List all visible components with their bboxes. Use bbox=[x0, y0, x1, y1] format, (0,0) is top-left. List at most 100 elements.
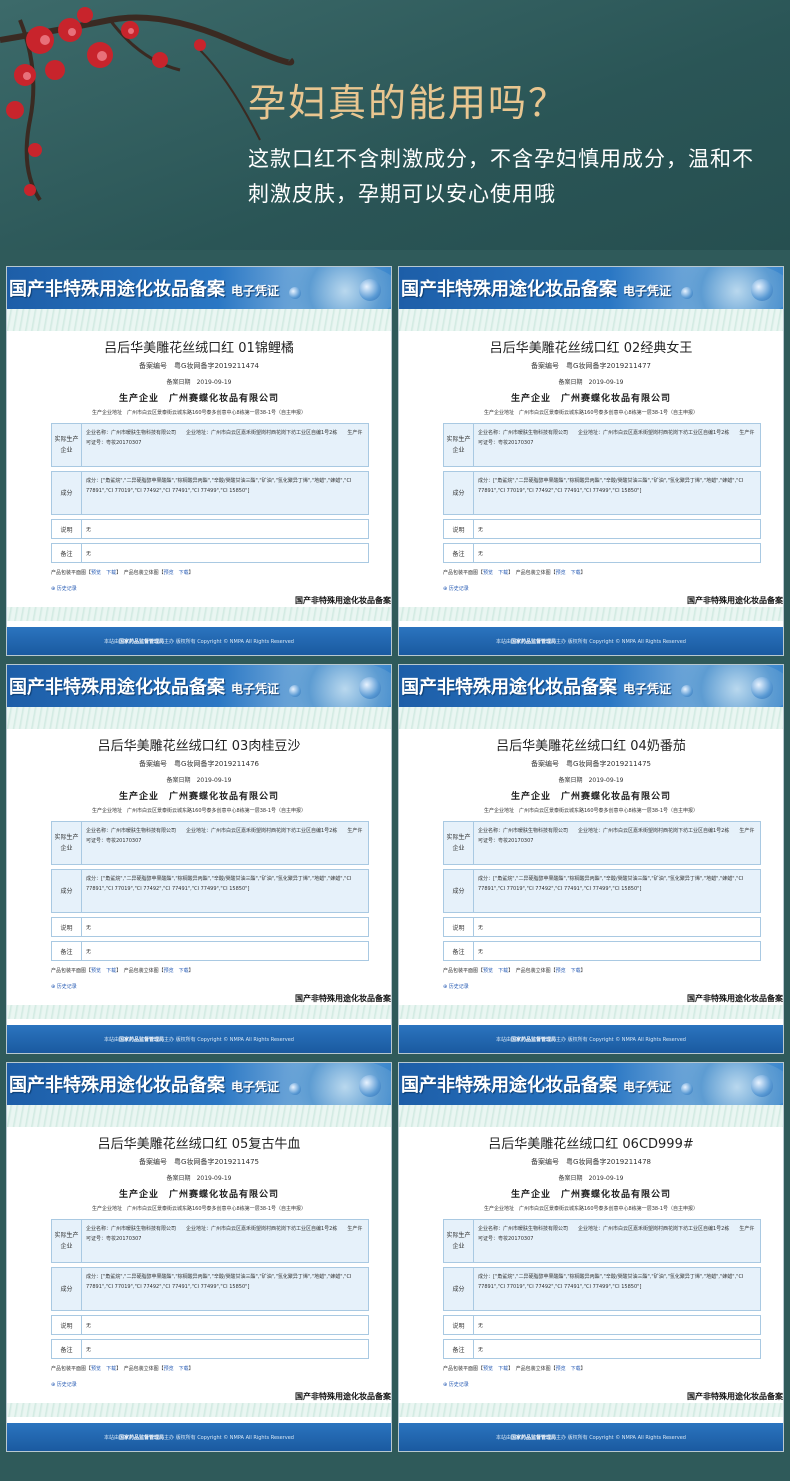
flat-view-link[interactable]: 预览 bbox=[483, 968, 493, 974]
globe-icon bbox=[681, 1083, 693, 1095]
stereo-download-link[interactable]: 下载 bbox=[179, 570, 189, 576]
history-link[interactable]: ⊕ 历史记录 bbox=[51, 1381, 77, 1388]
package-links: 产品包装平面图【预览 下载】 产品包装立体图【预览 下载】 bbox=[51, 968, 194, 974]
certificate-header-title: 国产非特殊用途化妆品备案 电子凭证 bbox=[9, 1075, 280, 1096]
note-row: 说明无 bbox=[443, 917, 761, 937]
remark-row: 备注无 bbox=[443, 543, 761, 563]
enterprise-name: 生产企业 广州赛蝶化妆品有限公司 bbox=[510, 792, 672, 802]
flat-download-link[interactable]: 下载 bbox=[498, 1366, 508, 1372]
certificate-header-title: 国产非特殊用途化妆品备案 电子凭证 bbox=[401, 677, 672, 698]
actual-producer-box: 实际生产企业 企业名称：广州市暖肤生物科技有限公司 企业地址：广州市白云区嘉禾街望… bbox=[443, 423, 761, 467]
remark-row: 备注无 bbox=[51, 1339, 369, 1359]
enterprise-name: 生产企业 广州赛蝶化妆品有限公司 bbox=[118, 792, 280, 802]
flat-view-link[interactable]: 预览 bbox=[483, 1366, 493, 1372]
history-link[interactable]: ⊕ 历史记录 bbox=[51, 585, 77, 592]
certificate-card: 国产非特殊用途化妆品备案 电子凭证 吕后华美雕花丝绒口红 06CD999# 备案编… bbox=[398, 1062, 784, 1452]
actual-producer-box: 实际生产企业 企业名称：广州市暖肤生物科技有限公司 企业地址：广州市白云区嘉禾街望… bbox=[443, 821, 761, 865]
enterprise-name: 生产企业 广州赛蝶化妆品有限公司 bbox=[118, 394, 280, 404]
stereo-download-link[interactable]: 下载 bbox=[179, 1366, 189, 1372]
enterprise-address: 生产企业地址 广州市白云区景泰街云城东路160号泰多创意中心8栋第一层38-1号… bbox=[483, 1206, 699, 1212]
stereo-view-link[interactable]: 预览 bbox=[556, 570, 566, 576]
history-link[interactable]: ⊕ 历史记录 bbox=[443, 585, 469, 592]
actual-producer-box: 实际生产企业 企业名称：广州市暖肤生物科技有限公司 企业地址：广州市白云区嘉禾街望… bbox=[51, 1219, 369, 1263]
enterprise-address: 生产企业地址 广州市白云区景泰街云城东路160号泰多创意中心8栋第一层38-1号… bbox=[91, 1206, 307, 1212]
flat-download-link[interactable]: 下载 bbox=[106, 968, 116, 974]
product-name: 吕后华美雕花丝绒口红 06CD999# bbox=[488, 1137, 694, 1152]
flat-download-link[interactable]: 下载 bbox=[106, 1366, 116, 1372]
note-row: 说明无 bbox=[51, 1315, 369, 1335]
certificate-card: 国产非特殊用途化妆品备案 电子凭证 吕后华美雕花丝绒口红 05复古牛血 备案编号 … bbox=[6, 1062, 392, 1452]
stereo-view-link[interactable]: 预览 bbox=[164, 968, 174, 974]
flat-view-link[interactable]: 预览 bbox=[91, 1366, 101, 1372]
package-links: 产品包装平面图【预览 下载】 产品包装立体图【预览 下载】 bbox=[443, 570, 586, 576]
product-name: 吕后华美雕花丝绒口红 05复古牛血 bbox=[97, 1137, 301, 1152]
certificate-card: 国产非特殊用途化妆品备案 电子凭证 吕后华美雕花丝绒口红 03肉桂豆沙 备案编号 … bbox=[6, 664, 392, 1054]
flat-download-link[interactable]: 下载 bbox=[106, 570, 116, 576]
certificate-footer: 本站由 国家药品监督管理局 主办 版权所有 Copyright © NMPA All… bbox=[7, 1423, 391, 1451]
registration-number: 备案编号 粤G妆网备字2019211475 bbox=[531, 760, 651, 768]
ingredients-box: 成分 成分：["角鲨烷","二异硬脂醇苹果酸酯","棕榈酸异丙酯","辛酸/癸酸甘… bbox=[51, 869, 369, 913]
certificate-header-title: 国产非特殊用途化妆品备案 电子凭证 bbox=[401, 1075, 672, 1096]
certificate-header: 国产非特殊用途化妆品备案 电子凭证 bbox=[399, 1063, 783, 1105]
flat-view-link[interactable]: 预览 bbox=[483, 570, 493, 576]
globe-icon bbox=[751, 279, 773, 301]
hero-description: 这款口红不含刺激成分，不含孕妇慎用成分，温和不刺激皮肤，孕期可以安心使用哦 bbox=[248, 147, 754, 206]
certificate-header: 国产非特殊用途化妆品备案 电子凭证 bbox=[7, 1063, 391, 1105]
product-name: 吕后华美雕花丝绒口红 04奶番茄 bbox=[496, 739, 686, 754]
certificate-header: 国产非特殊用途化妆品备案 电子凭证 bbox=[7, 665, 391, 707]
stereo-download-link[interactable]: 下载 bbox=[571, 570, 581, 576]
flat-view-link[interactable]: 预览 bbox=[91, 570, 101, 576]
certificate-stamp: 国产非特殊用途化妆品备案 bbox=[295, 1391, 391, 1401]
globe-icon bbox=[289, 685, 301, 697]
stereo-view-link[interactable]: 预览 bbox=[556, 1366, 566, 1372]
flat-download-link[interactable]: 下载 bbox=[498, 968, 508, 974]
flat-view-link[interactable]: 预览 bbox=[91, 968, 101, 974]
certificate-stamp: 国产非特殊用途化妆品备案 bbox=[687, 595, 783, 605]
product-name: 吕后华美雕花丝绒口红 02经典女王 bbox=[489, 341, 693, 356]
remark-row: 备注无 bbox=[443, 1339, 761, 1359]
note-row: 说明无 bbox=[443, 1315, 761, 1335]
enterprise-address: 生产企业地址 广州市白云区景泰街云城东路160号泰多创意中心8栋第一层38-1号… bbox=[91, 808, 307, 814]
certificate-footer: 本站由 国家药品监督管理局 主办 版权所有 Copyright © NMPA All… bbox=[7, 627, 391, 655]
ingredients-box: 成分 成分：["角鲨烷","二异硬脂醇苹果酸酯","棕榈酸异丙酯","辛酸/癸酸甘… bbox=[443, 471, 761, 515]
certificate-header: 国产非特殊用途化妆品备案 电子凭证 bbox=[399, 267, 783, 309]
stereo-download-link[interactable]: 下载 bbox=[179, 968, 189, 974]
enterprise-address: 生产企业地址 广州市白云区景泰街云城东路160号泰多创意中心8栋第一层38-1号… bbox=[483, 410, 699, 416]
hero-banner: 孕妇真的能用吗？ 这款口红不含刺激成分，不含孕妇慎用成分，温和不刺激皮肤，孕期可… bbox=[0, 0, 790, 250]
certificate-footer: 本站由 国家药品监督管理局 主办 版权所有 Copyright © NMPA All… bbox=[399, 627, 783, 655]
globe-icon bbox=[359, 279, 381, 301]
certificate-stamp: 国产非特殊用途化妆品备案 bbox=[295, 595, 391, 605]
stereo-view-link[interactable]: 预览 bbox=[556, 968, 566, 974]
history-link[interactable]: ⊕ 历史记录 bbox=[51, 983, 77, 990]
actual-producer-box: 实际生产企业 企业名称：广州市暖肤生物科技有限公司 企业地址：广州市白云区嘉禾街望… bbox=[443, 1219, 761, 1263]
certificate-header: 国产非特殊用途化妆品备案 电子凭证 bbox=[7, 267, 391, 309]
stereo-view-link[interactable]: 预览 bbox=[164, 1366, 174, 1372]
history-link[interactable]: ⊕ 历史记录 bbox=[443, 983, 469, 990]
ingredients-box: 成分 成分：["角鲨烷","二异硬脂醇苹果酸酯","棕榈酸异丙酯","辛酸/癸酸甘… bbox=[443, 1267, 761, 1311]
globe-icon bbox=[681, 685, 693, 697]
history-link[interactable]: ⊕ 历史记录 bbox=[443, 1381, 469, 1388]
flat-download-link[interactable]: 下载 bbox=[498, 570, 508, 576]
hero-title: 孕妇真的能用吗？ bbox=[248, 81, 569, 125]
stereo-view-link[interactable]: 预览 bbox=[164, 570, 174, 576]
enterprise-name: 生产企业 广州赛蝶化妆品有限公司 bbox=[510, 1190, 672, 1200]
globe-icon bbox=[359, 677, 381, 699]
registration-number: 备案编号 粤G妆网备字2019211477 bbox=[531, 362, 651, 370]
registration-number: 备案编号 粤G妆网备字2019211474 bbox=[139, 362, 259, 370]
product-name: 吕后华美雕花丝绒口红 03肉桂豆沙 bbox=[97, 739, 301, 754]
globe-icon bbox=[289, 1083, 301, 1095]
stereo-download-link[interactable]: 下载 bbox=[571, 1366, 581, 1372]
enterprise-address: 生产企业地址 广州市白云区景泰街云城东路160号泰多创意中心8栋第一层38-1号… bbox=[483, 808, 699, 814]
actual-producer-box: 实际生产企业 企业名称：广州市暖肤生物科技有限公司 企业地址：广州市白云区嘉禾街望… bbox=[51, 423, 369, 467]
enterprise-address: 生产企业地址 广州市白云区景泰街云城东路160号泰多创意中心8栋第一层38-1号… bbox=[91, 410, 307, 416]
registration-date: 备案日期 2019-09-19 bbox=[166, 777, 232, 784]
stereo-download-link[interactable]: 下载 bbox=[571, 968, 581, 974]
certificate-card: 国产非特殊用途化妆品备案 电子凭证 吕后华美雕花丝绒口红 04奶番茄 备案编号 粤… bbox=[398, 664, 784, 1054]
remark-row: 备注无 bbox=[51, 543, 369, 563]
globe-icon bbox=[289, 287, 301, 299]
registration-number: 备案编号 粤G妆网备字2019211475 bbox=[139, 1158, 259, 1166]
certificate-stamp: 国产非特殊用途化妆品备案 bbox=[295, 993, 391, 1003]
registration-date: 备案日期 2019-09-19 bbox=[166, 379, 232, 386]
registration-number: 备案编号 粤G妆网备字2019211478 bbox=[531, 1158, 651, 1166]
globe-icon bbox=[751, 1075, 773, 1097]
